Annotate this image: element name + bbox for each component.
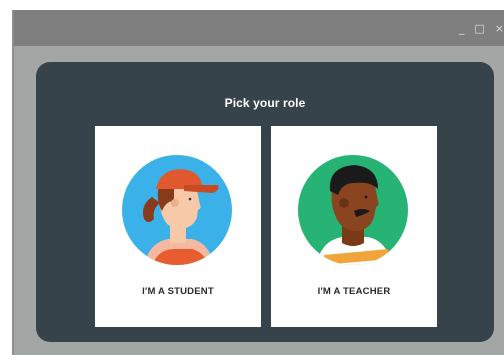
student-avatar-icon bbox=[122, 155, 232, 265]
student-role-label: I'M A STUDENT bbox=[142, 286, 214, 297]
window-controls: _ □ × bbox=[459, 10, 504, 46]
teacher-role-card[interactable]: I'M A TEACHER bbox=[271, 126, 437, 327]
minimize-button[interactable]: _ bbox=[459, 23, 465, 34]
student-role-card[interactable]: I'M A STUDENT bbox=[95, 126, 261, 327]
dialog-title: Pick your role bbox=[224, 96, 306, 110]
teacher-avatar-icon bbox=[298, 155, 408, 265]
title-bar[interactable]: _ □ × bbox=[14, 10, 504, 46]
app-window: _ □ × Pick your role I'M A STUDENT I'M A… bbox=[12, 10, 504, 355]
role-picker-dialog: Pick your role I'M A STUDENT I'M A TEACH… bbox=[36, 62, 494, 342]
teacher-role-label: I'M A TEACHER bbox=[317, 286, 391, 297]
close-button[interactable]: × bbox=[495, 23, 504, 34]
maximize-button[interactable]: □ bbox=[474, 23, 484, 34]
